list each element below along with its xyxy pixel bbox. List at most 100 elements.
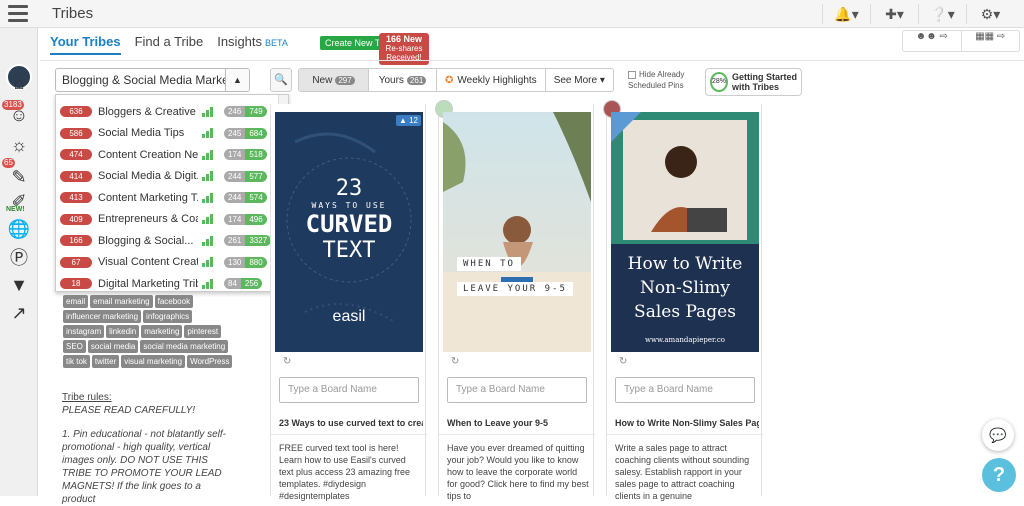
filter-new[interactable]: New 297: [299, 69, 369, 91]
pin-description: Write a sales page to attract coaching c…: [615, 443, 750, 501]
dropdown-item[interactable]: 414 Social Media & Digit... 244 577: [56, 166, 278, 187]
pinterest-icon[interactable]: Ⓟ: [0, 244, 38, 270]
tribe-stats: 130 880: [224, 256, 267, 268]
getting-started-button[interactable]: 28% Getting Started with Tribes: [705, 68, 802, 96]
dropdown-item[interactable]: 413 Content Marketing T... 244 574: [56, 187, 278, 208]
tag[interactable]: email: [63, 295, 89, 308]
tab-your-tribes[interactable]: Your Tribes: [50, 34, 121, 55]
pin-description: FREE curved text tool is here! Learn how…: [279, 443, 411, 501]
tag[interactable]: visual marketing: [121, 355, 186, 368]
search-icon[interactable]: 🔍: [270, 68, 292, 92]
tag[interactable]: tik tok: [63, 355, 90, 368]
trending-icon[interactable]: ↗: [0, 300, 38, 326]
refresh-icon[interactable]: ↻: [283, 356, 291, 367]
tribe-dropdown: 636 Bloggers & Creative ... 246 749 586 Socia…: [55, 94, 289, 292]
progress-ring: 28%: [710, 72, 729, 92]
hide-scheduled-checkbox[interactable]: Hide Already Scheduled Pins: [628, 69, 698, 91]
dropdown-item[interactable]: 67 Visual Content Creat... 130 880: [56, 252, 278, 273]
pin-text-3: Sales Pages: [634, 302, 736, 322]
tribe-select[interactable]: Blogging & Social Media Marketing ... ▲: [55, 68, 250, 92]
board-name-input[interactable]: Type a Board Name: [447, 377, 587, 403]
help-icon[interactable]: ❔▾: [918, 4, 966, 24]
megaphone-icon[interactable]: ✎: [0, 164, 38, 190]
activity-bars-icon: [202, 149, 216, 160]
pin-text-2: LEAVE YOUR 9-5: [457, 282, 573, 296]
tag[interactable]: infographics: [143, 310, 193, 323]
tribe-stats: 174 518: [224, 149, 267, 160]
activity-bars-icon: [202, 106, 216, 117]
tribe-name: Visual Content Creat...: [98, 256, 198, 268]
tag[interactable]: instagram: [63, 325, 105, 338]
tag[interactable]: marketing: [141, 325, 183, 338]
app-title: Tribes: [52, 5, 94, 22]
activity-bars-icon: [202, 235, 216, 246]
new-count: 166 New: [385, 34, 423, 44]
tab-find-a-tribe[interactable]: Find a Tribe: [135, 34, 204, 55]
dropdown-item[interactable]: 636 Bloggers & Creative ... 246 749: [56, 101, 278, 122]
dropdown-item[interactable]: 586 Social Media Tips 245 684: [56, 123, 278, 144]
board-name-input[interactable]: Type a Board Name: [279, 377, 419, 403]
pin-image[interactable]: How to Write Non-Slimy Sales Pages www.a…: [611, 112, 759, 352]
tab-insights-label: Insights: [217, 34, 263, 49]
pin-title: How to Write Non-Slimy Sales Page: [615, 418, 759, 428]
tab-insights[interactable]: Insights BETA: [217, 34, 288, 55]
tag[interactable]: facebook: [154, 295, 194, 308]
pin-description: Have you ever dreamed of quitting your j…: [447, 443, 589, 501]
tag[interactable]: email marketing: [90, 295, 153, 308]
activity-bars-icon: [202, 128, 216, 138]
tag[interactable]: pinterest: [184, 325, 222, 338]
tribe-name: Content Creation Net...: [98, 148, 198, 161]
reshare-count: 586: [60, 127, 92, 139]
menu-icon[interactable]: [8, 5, 28, 23]
lightbulb-icon[interactable]: ☼: [0, 132, 38, 158]
tribe-name: Blogging & Social...: [98, 234, 194, 247]
help-button[interactable]: ?: [982, 458, 1016, 492]
group-view-icon[interactable]: ☻☻ ⇨: [903, 31, 962, 51]
tribe-tabs: Your Tribes Find a Tribe Insights BETA: [50, 34, 288, 55]
dropdown-item[interactable]: 166 Blogging & Social... 261 3327: [56, 230, 278, 251]
tag[interactable]: SEO: [63, 340, 86, 353]
dropdown-item[interactable]: 18 Digital Marketing Tribe 84 256: [56, 273, 278, 291]
pin-text-3: CURVED: [305, 210, 393, 238]
globe-icon[interactable]: 🌐: [0, 216, 38, 242]
pin-site: www.amandapieper.co: [645, 336, 725, 344]
dropdown-item[interactable]: 474 Content Creation Net... 174518: [56, 144, 278, 165]
tag[interactable]: linkedin: [106, 325, 140, 338]
tribe-stats: 261 3327: [224, 235, 272, 246]
home-icon[interactable]: ⌂: [0, 70, 38, 96]
refresh-icon[interactable]: ↻: [619, 356, 627, 367]
grid-view-icon[interactable]: ▦▦ ⇨: [962, 31, 1020, 51]
tribe-name: Digital Marketing Tribe: [98, 277, 198, 290]
pin-title: When to Leave your 9-5: [447, 418, 549, 428]
tribe-name: Bloggers & Creative ...: [98, 105, 198, 118]
funnel-icon[interactable]: ▼: [0, 272, 38, 298]
refresh-icon[interactable]: ↻: [451, 356, 459, 367]
tag[interactable]: social media marketing: [140, 340, 229, 353]
people-icon[interactable]: ☺: [0, 102, 38, 128]
filter-yours[interactable]: Yours 261: [369, 69, 437, 91]
bell-icon[interactable]: 🔔▾: [822, 4, 870, 24]
activity-bars-icon: [202, 192, 216, 203]
pin-text-1: How to Write: [627, 254, 743, 274]
view-toggle: ☻☻ ⇨ ▦▦ ⇨: [902, 30, 1020, 52]
pin-image[interactable]: 23 WAYS TO USE CURVED TEXT easil ▲ 12: [275, 112, 423, 352]
board-name-input[interactable]: Type a Board Name: [615, 377, 755, 403]
filter-tabs: New 297 Yours 261 ✪ Weekly Highlights See M…: [298, 68, 614, 92]
tag[interactable]: twitter: [91, 355, 120, 368]
chat-icon[interactable]: 💬: [982, 419, 1014, 451]
tag[interactable]: influencer marketing: [63, 310, 142, 323]
gear-icon[interactable]: ⚙▾: [966, 4, 1014, 24]
create-tribe-button[interactable]: Create New Tribe: [320, 36, 382, 50]
dropdown-item[interactable]: 409 Entrepreneurs & Coa... 174496: [56, 209, 278, 230]
activity-bars-icon: [202, 214, 216, 224]
pin-card: 23 WAYS TO USE CURVED TEXT easil ▲ 12 ↻ …: [270, 104, 427, 501]
tribe-stats: 245 684: [224, 127, 267, 139]
tag[interactable]: social media: [87, 340, 139, 353]
filter-weekly-highlights[interactable]: ✪ Weekly Highlights: [437, 69, 546, 91]
filter-see-more[interactable]: See More ▾: [546, 69, 613, 91]
plus-icon[interactable]: ✚▾: [870, 4, 918, 24]
tribe-stats: 84 256: [224, 278, 263, 289]
tag[interactable]: WordPress: [187, 355, 233, 368]
pin-image[interactable]: WHEN TO LEAVE YOUR 9-5: [443, 112, 591, 352]
pin-title: 23 Ways to use curved text to create: [279, 418, 423, 428]
